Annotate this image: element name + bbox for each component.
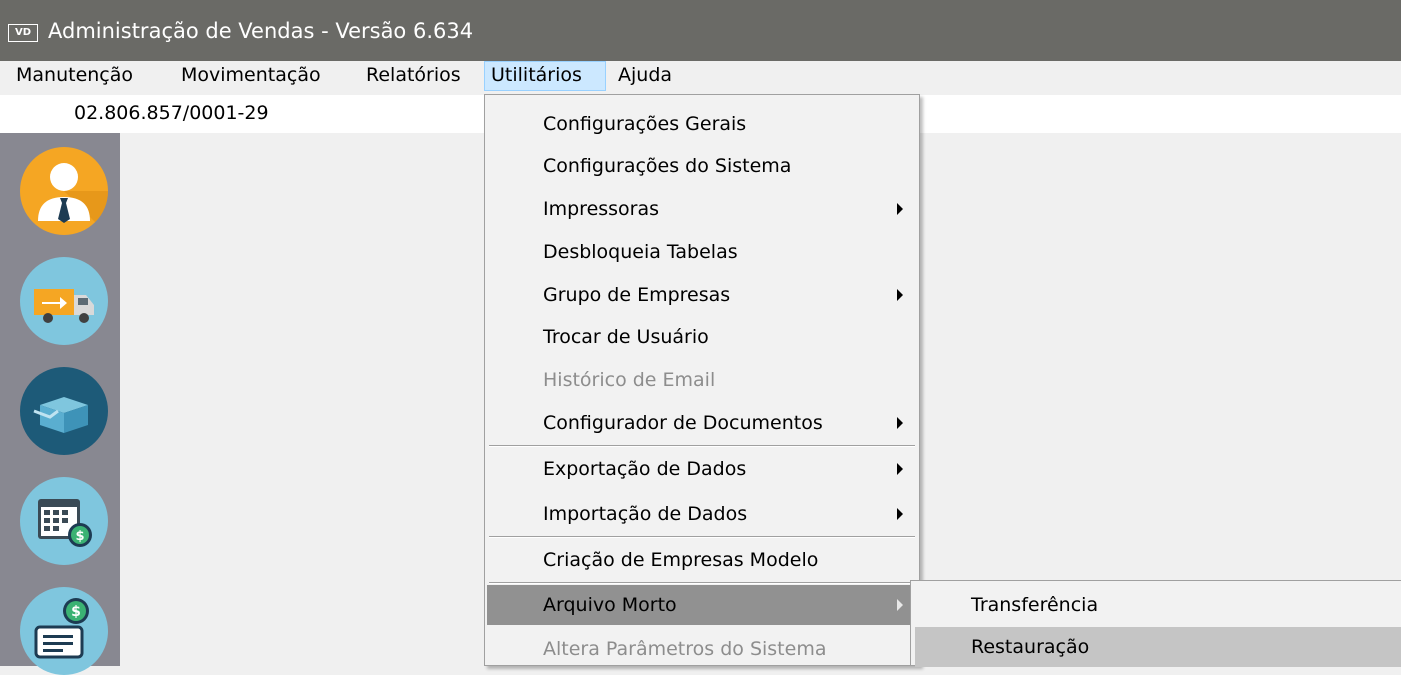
menu-item-trocar-usuario[interactable]: Trocar de Usuário xyxy=(487,317,917,357)
submenu-arrow-icon xyxy=(897,417,903,429)
arquivo-morto-submenu: Transferência Restauração xyxy=(910,580,1401,667)
delivery-truck-icon[interactable] xyxy=(20,257,108,345)
menu-item-configuracoes-sistema[interactable]: Configurações do Sistema xyxy=(487,146,917,186)
calendar-money-icon[interactable]: $ xyxy=(20,477,108,565)
menu-ajuda[interactable]: Ajuda xyxy=(612,61,678,91)
person-icon[interactable] xyxy=(20,147,108,235)
app-icon: VD xyxy=(8,24,38,42)
menu-item-impressoras[interactable]: Impressoras xyxy=(487,189,917,229)
menu-movimentacao[interactable]: Movimentação xyxy=(175,61,327,91)
menu-item-exportacao-dados[interactable]: Exportação de Dados xyxy=(487,449,917,489)
menu-item-historico-email: Histórico de Email xyxy=(543,369,716,391)
menu-separator xyxy=(489,582,915,584)
sidebar: $ $ xyxy=(0,133,120,675)
menu-separator xyxy=(489,445,915,447)
submenu-item-transferencia[interactable]: Transferência xyxy=(915,585,1401,625)
menu-item-arquivo-morto[interactable]: Arquivo Morto xyxy=(487,585,917,625)
menu-item-grupo-empresas[interactable]: Grupo de Empresas xyxy=(487,275,917,315)
menu-utilitarios[interactable]: Utilitários xyxy=(484,61,606,91)
window-title: Administração de Vendas - Versão 6.634 xyxy=(48,19,474,43)
menu-item-criacao-empresas-modelo[interactable]: Criação de Empresas Modelo xyxy=(487,540,917,580)
submenu-arrow-icon xyxy=(897,599,903,611)
menu-bar: Manutenção Movimentação Relatórios Utili… xyxy=(0,61,1401,95)
company-cnpj: 02.806.857/0001-29 xyxy=(74,102,269,124)
menu-item-altera-parametros: Altera Parâmetros do Sistema xyxy=(543,638,827,660)
menu-item-importacao-dados[interactable]: Importação de Dados xyxy=(487,494,917,534)
submenu-arrow-icon xyxy=(897,289,903,301)
menu-item-configurador-documentos[interactable]: Configurador de Documentos xyxy=(487,403,917,443)
menu-item-desbloqueia-tabelas[interactable]: Desbloqueia Tabelas xyxy=(487,232,917,272)
submenu-item-restauracao[interactable]: Restauração xyxy=(915,627,1401,667)
box-icon[interactable] xyxy=(20,367,108,455)
svg-text:$: $ xyxy=(75,529,84,544)
utilitarios-dropdown: Configurações Gerais Configurações do Si… xyxy=(484,94,920,666)
menu-relatorios[interactable]: Relatórios xyxy=(360,61,467,91)
submenu-arrow-icon xyxy=(897,508,903,520)
svg-text:$: $ xyxy=(71,604,81,620)
submenu-arrow-icon xyxy=(897,203,903,215)
submenu-arrow-icon xyxy=(897,463,903,475)
menu-item-configuracoes-gerais[interactable]: Configurações Gerais xyxy=(487,104,917,144)
title-bar: VD Administração de Vendas - Versão 6.63… xyxy=(0,0,1401,61)
menu-separator xyxy=(489,536,915,538)
menu-manutencao[interactable]: Manutenção xyxy=(10,61,139,91)
receipt-money-icon[interactable]: $ xyxy=(20,587,108,675)
